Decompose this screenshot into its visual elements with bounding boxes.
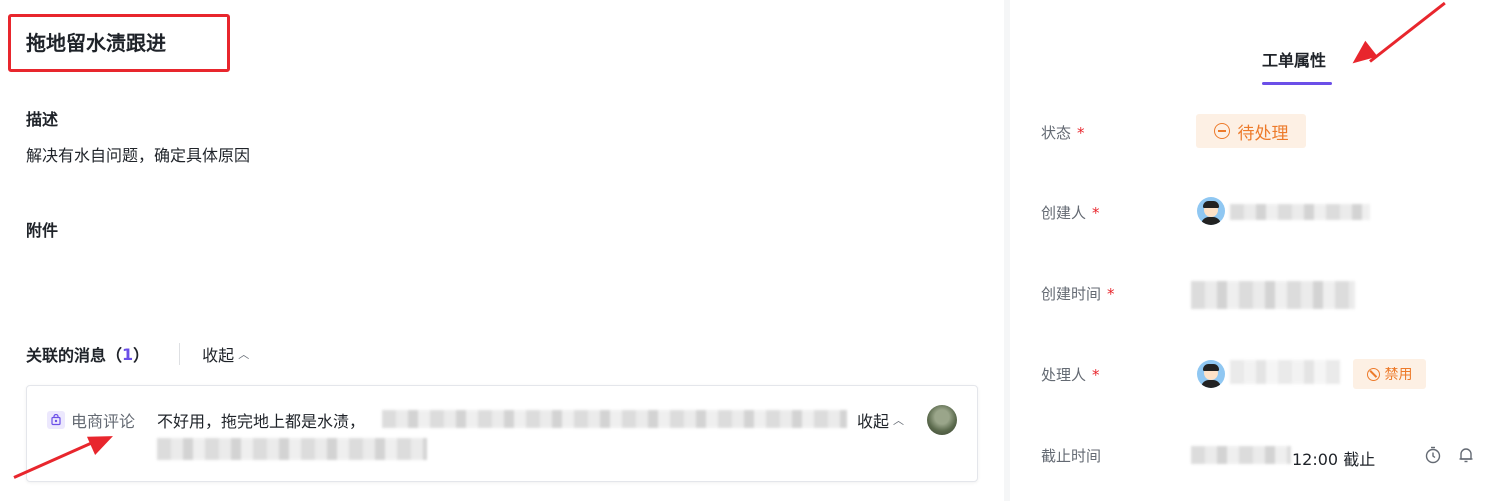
timer-icon[interactable] xyxy=(1424,446,1442,464)
annotation-arrow-tab xyxy=(1369,1,1446,63)
created-time-label: 创建时间 * xyxy=(1041,283,1115,304)
status-label: 状态 * xyxy=(1041,122,1085,143)
status-label-text: 状态 xyxy=(1041,124,1072,142)
properties-panel: 工单属性 状态 * 待处理 创建人 * 创建时间 * 处理人 * 禁用 截止时间… xyxy=(1010,0,1494,501)
task-title[interactable]: 拖地留水渍跟进 xyxy=(26,27,166,56)
related-message-card[interactable]: 电商评论 不好用，拖完地上都是水渍， 收起 ︿ xyxy=(26,385,978,482)
disabled-badge: 禁用 xyxy=(1353,359,1426,389)
minus-circle-icon xyxy=(1213,123,1230,139)
attachments-label: 附件 xyxy=(26,221,59,240)
required-marker: * xyxy=(1092,204,1100,222)
deadline-value[interactable]: 12:00 截止 xyxy=(1292,446,1375,470)
ban-icon xyxy=(1366,367,1380,381)
redacted-assignee-name xyxy=(1230,360,1340,384)
creator-avatar[interactable] xyxy=(1197,197,1225,225)
disabled-badge-label: 禁用 xyxy=(1384,367,1413,383)
message-collapse-label: 收起 xyxy=(857,412,890,431)
status-value: 待处理 xyxy=(1237,123,1289,144)
message-text: 不好用，拖完地上都是水渍， xyxy=(157,412,366,431)
header-divider xyxy=(179,343,181,365)
related-collapse-button[interactable]: 收起 ︿ xyxy=(202,342,249,366)
required-marker: * xyxy=(1077,124,1085,142)
deadline-label: 截止时间 xyxy=(1041,447,1102,465)
customer-avatar[interactable] xyxy=(927,405,957,435)
assignee-label: 处理人 * xyxy=(1041,364,1100,385)
related-collapse-label: 收起 xyxy=(202,346,235,365)
chevron-up-icon: ︿ xyxy=(238,348,250,361)
description-label: 描述 xyxy=(26,110,59,129)
related-messages-header: 关联的消息（ 1 ） 收起 ︿ xyxy=(26,343,249,365)
active-tab-indicator xyxy=(1262,82,1332,85)
description-text[interactable]: 解决有水自问题，确定具体原因 xyxy=(26,142,250,166)
redacted-message-text-line2 xyxy=(157,438,427,460)
redacted-message-text xyxy=(382,410,847,428)
related-messages-title: 关联的消息（ xyxy=(26,346,123,365)
message-collapse-button[interactable]: 收起 ︿ xyxy=(857,408,904,432)
related-messages-title-close: ） xyxy=(133,346,150,365)
creator-label-text: 创建人 xyxy=(1041,204,1087,222)
chevron-up-icon: ︿ xyxy=(893,414,905,427)
status-dropdown[interactable]: 待处理 xyxy=(1196,114,1306,148)
redacted-created-time xyxy=(1191,281,1355,309)
tab-ticket-properties[interactable]: 工单属性 xyxy=(1262,47,1326,71)
ecommerce-bag-icon xyxy=(47,411,65,429)
required-marker: * xyxy=(1107,285,1115,303)
assignee-label-text: 处理人 xyxy=(1041,366,1087,384)
redacted-creator-name xyxy=(1230,204,1370,220)
related-messages-count: 1 xyxy=(122,344,134,364)
bell-icon[interactable] xyxy=(1457,446,1475,464)
assignee-avatar[interactable] xyxy=(1197,360,1225,388)
annotation-arrowhead-tab xyxy=(1346,40,1378,72)
creator-label: 创建人 * xyxy=(1041,202,1100,223)
task-detail-panel: 拖地留水渍跟进 描述 解决有水自问题，确定具体原因 附件 关联的消息（ 1 ） … xyxy=(0,0,1004,501)
redacted-deadline-date xyxy=(1191,446,1291,464)
created-time-label-text: 创建时间 xyxy=(1041,285,1102,303)
required-marker: * xyxy=(1092,366,1100,384)
